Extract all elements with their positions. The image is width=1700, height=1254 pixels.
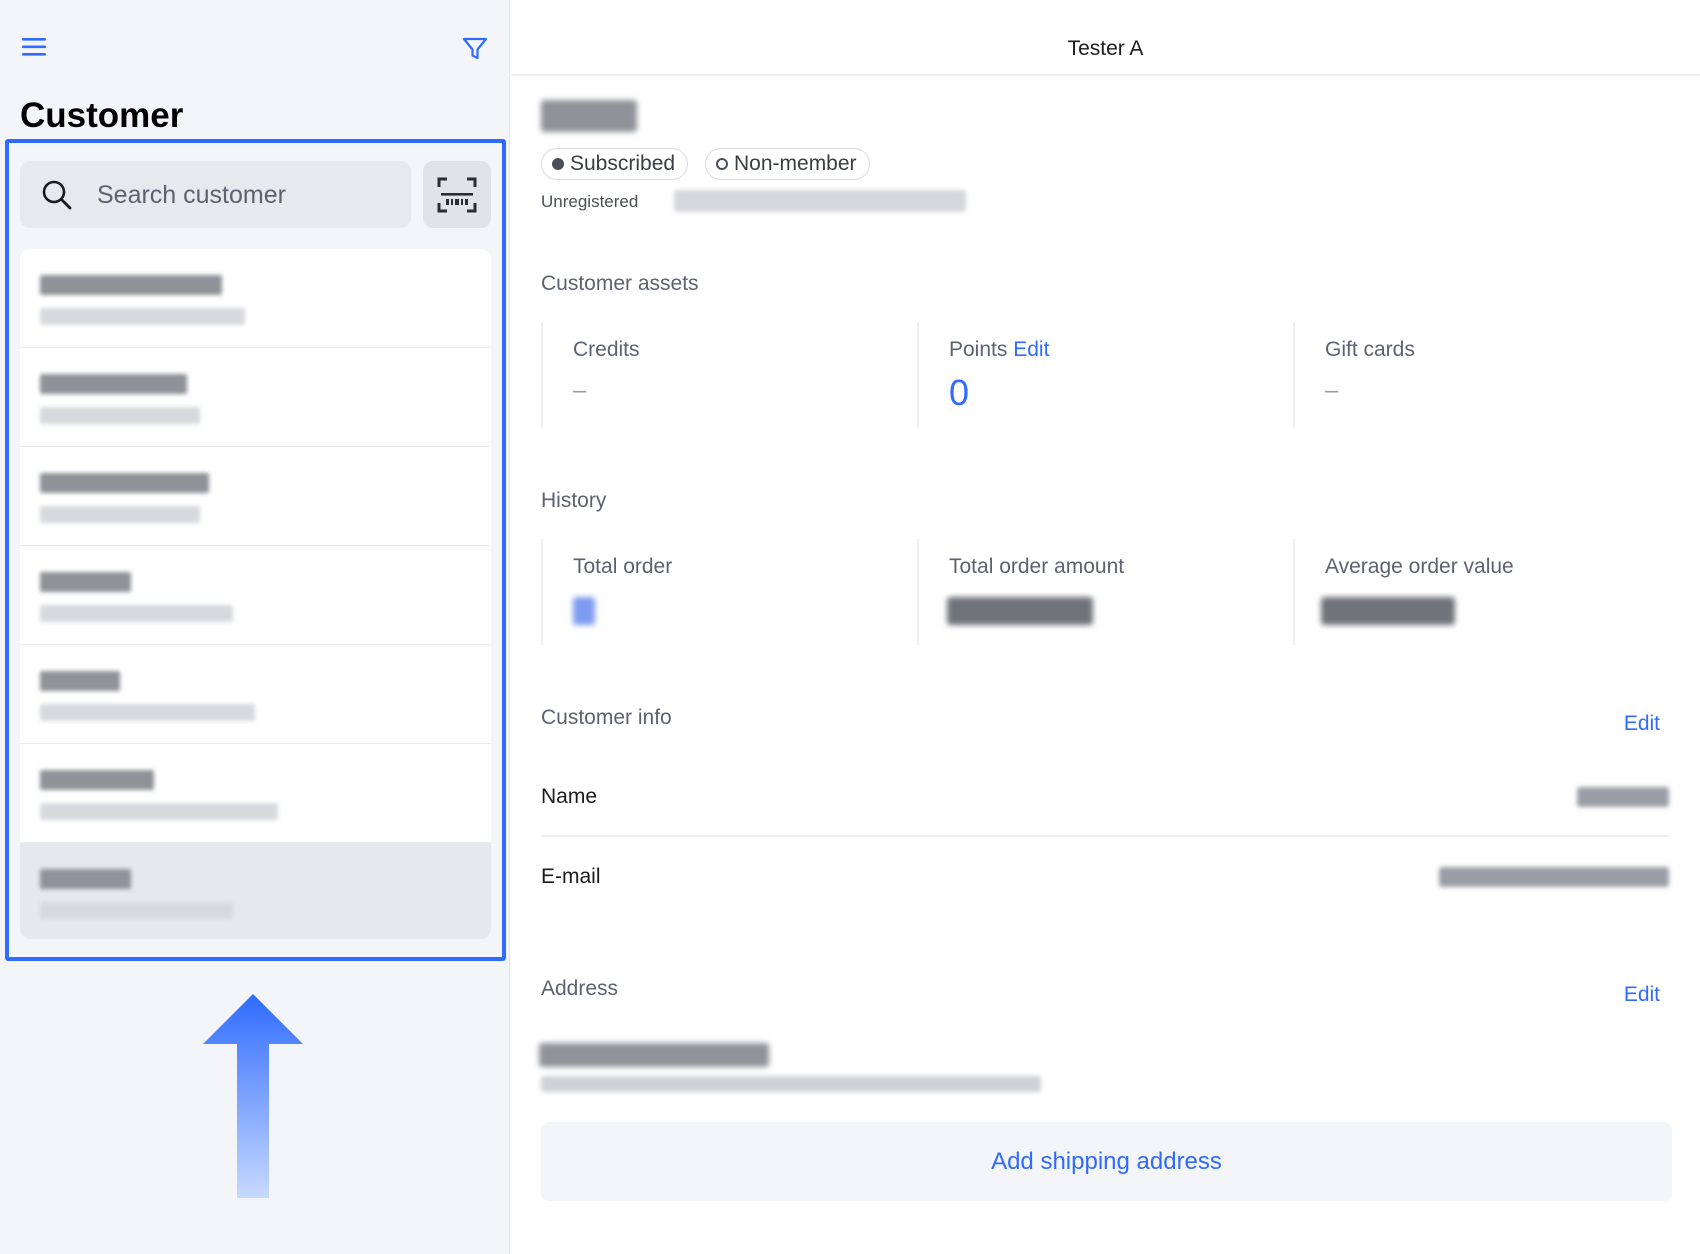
list-highlight-frame — [5, 139, 506, 961]
points-value: 0 — [949, 372, 970, 413]
history-heading: History — [541, 489, 607, 512]
header-title: Tester A — [1067, 37, 1144, 60]
customer-assets-heading: Customer assets — [541, 272, 699, 295]
add-shipping-address-button[interactable]: Add shipping address — [541, 1122, 1672, 1201]
average-order-value-card: Average order value — [1293, 539, 1669, 645]
subscribed-badge: Subscribed — [541, 148, 689, 180]
name-label: Name — [541, 785, 598, 808]
status-dot-icon — [552, 158, 564, 170]
edit-customer-info-button[interactable]: Edit — [1624, 712, 1660, 736]
email-label: E-mail — [541, 865, 601, 888]
customer-name-redacted — [541, 100, 637, 132]
total-order-value-redacted — [573, 597, 595, 625]
points-label-group: Points Edit — [949, 338, 1049, 362]
address-heading: Address — [541, 977, 619, 1000]
hamburger-menu-icon[interactable] — [22, 36, 48, 58]
gift-cards-value: – — [1325, 377, 1339, 404]
total-order-amount-redacted — [947, 597, 1093, 625]
history-group: Total order Total order amount Average o… — [541, 539, 1661, 649]
credits-card: Credits – — [541, 322, 917, 428]
email-row: E-mail — [541, 837, 1669, 917]
points-label: Points — [949, 338, 1008, 361]
average-order-value-redacted — [1321, 597, 1455, 625]
membership-label: Non-member — [734, 152, 857, 175]
total-order-label: Total order — [573, 555, 673, 578]
total-order-card: Total order — [541, 539, 917, 645]
arrow-up-icon — [203, 994, 303, 1198]
phone-number-redacted — [674, 190, 966, 212]
points-card: Points Edit 0 — [917, 322, 1293, 428]
membership-badge: Non-member — [705, 148, 870, 180]
address-line-redacted — [539, 1043, 769, 1067]
top-bar: Tester A — [511, 0, 1700, 76]
filter-icon[interactable] — [462, 36, 488, 62]
gift-cards-label: Gift cards — [1325, 338, 1415, 361]
address-detail-redacted — [541, 1076, 1041, 1092]
name-value-redacted — [1577, 787, 1669, 807]
edit-points-button[interactable]: Edit — [1013, 338, 1049, 361]
gift-cards-card: Gift cards – — [1293, 322, 1669, 428]
page-title: Customer — [20, 96, 184, 135]
customer-info-heading: Customer info — [541, 706, 672, 729]
total-order-amount-card: Total order amount — [917, 539, 1293, 645]
edit-address-button[interactable]: Edit — [1624, 983, 1660, 1007]
credits-value: – — [573, 377, 587, 404]
total-order-amount-label: Total order amount — [949, 555, 1125, 578]
customer-assets-group: Credits – Points Edit 0 Gift cards – — [541, 322, 1661, 432]
status-ring-icon — [716, 158, 728, 170]
registration-status: Unregistered — [541, 192, 639, 211]
credits-label: Credits — [573, 338, 640, 361]
email-value-redacted — [1439, 867, 1669, 887]
subscribed-label: Subscribed — [570, 152, 676, 175]
customer-detail-panel: Tester A Subscribed Non-member Unregiste… — [511, 0, 1700, 1254]
average-order-value-label: Average order value — [1325, 555, 1514, 578]
name-row: Name — [541, 757, 1669, 837]
